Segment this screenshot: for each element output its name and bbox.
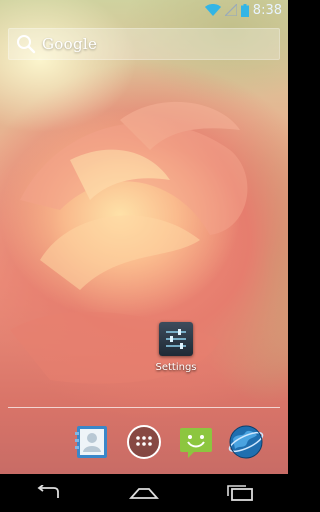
status-bar: 8:38 <box>0 0 288 20</box>
wallpaper-rose-petals <box>10 101 248 384</box>
dock <box>0 418 288 466</box>
signal-icon <box>224 4 237 16</box>
google-search-bar[interactable]: Google <box>8 28 280 60</box>
search-bar-label: Google <box>42 35 98 53</box>
dock-divider <box>8 407 280 408</box>
clock: 8:38 <box>252 2 282 18</box>
browser-globe-icon[interactable] <box>226 422 266 462</box>
battery-icon <box>240 3 249 17</box>
wifi-icon <box>204 4 221 16</box>
app-label-settings: Settings <box>155 362 197 373</box>
back-icon[interactable] <box>24 478 72 508</box>
all-apps-icon[interactable] <box>124 422 164 462</box>
home-icon[interactable] <box>120 478 168 508</box>
recent-apps-icon[interactable] <box>216 478 264 508</box>
contacts-icon[interactable] <box>72 422 112 462</box>
settings-sliders-icon <box>159 322 193 356</box>
app-shortcut-settings[interactable]: Settings <box>146 318 206 380</box>
messaging-icon[interactable] <box>176 422 216 462</box>
search-icon <box>16 34 36 54</box>
navigation-bar <box>0 474 288 512</box>
